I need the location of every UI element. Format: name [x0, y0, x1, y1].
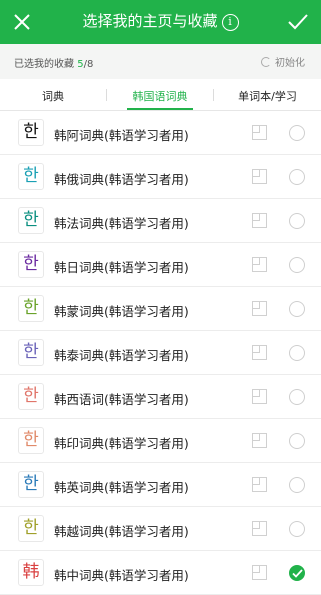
- selection-bar: 已选我的收藏 5/8 初始化: [0, 44, 321, 79]
- dictionary-label: 韩日词典(韩语学习者用): [54, 260, 189, 275]
- homepage-icon[interactable]: [252, 125, 267, 140]
- dictionary-row[interactable]: 한 韩印词典(韩语学习者用): [0, 419, 321, 463]
- info-icon[interactable]: i: [221, 14, 239, 31]
- dictionary-label: 韩泰词典(韩语学习者用): [54, 348, 189, 363]
- select-radio[interactable]: [289, 433, 305, 449]
- dictionary-label: 韩英词典(韩语学习者用): [54, 480, 189, 495]
- refresh-icon: [261, 57, 271, 67]
- dictionary-badge-icon: 한: [18, 383, 44, 410]
- dictionary-badge-icon: 한: [18, 207, 44, 234]
- dictionary-row[interactable]: 韩韩中词典(韩语学习者用): [0, 551, 321, 595]
- reset-button[interactable]: 初始化: [261, 54, 305, 69]
- dictionary-label: 韩阿词典(韩语学习者用): [54, 128, 189, 143]
- homepage-icon[interactable]: [252, 345, 267, 360]
- select-radio[interactable]: [289, 389, 305, 405]
- homepage-icon[interactable]: [252, 521, 267, 536]
- dictionary-label: 韩俄词典(韩语学习者用): [54, 172, 189, 187]
- tab-korean-dictionary[interactable]: 韩国语词典: [107, 88, 213, 104]
- dictionary-row[interactable]: 한 韩西语词(韩语学习者用): [0, 375, 321, 419]
- homepage-icon[interactable]: [252, 477, 267, 492]
- select-radio[interactable]: [289, 345, 305, 361]
- page-title: 选择我的主页与收藏 i: [0, 10, 321, 32]
- dictionary-row[interactable]: 한 韩泰词典(韩语学习者用): [0, 331, 321, 375]
- select-radio[interactable]: [289, 257, 305, 273]
- homepage-icon[interactable]: [252, 301, 267, 316]
- dictionary-badge-icon: 한: [18, 119, 44, 146]
- dictionary-badge-icon: 韩: [18, 559, 44, 586]
- active-tab-indicator: [127, 108, 193, 110]
- total-count-value: 8: [86, 59, 94, 70]
- dictionary-label: 韩越词典(韩语学习者用): [54, 524, 189, 539]
- dictionary-row[interactable]: 한 韩蒙词典(韩语学习者用): [0, 287, 321, 331]
- homepage-icon[interactable]: [252, 389, 267, 404]
- dictionary-row[interactable]: 한 韩英词典(韩语学习者用): [0, 463, 321, 507]
- dictionary-row[interactable]: 한 韩阿词典(韩语学习者用): [0, 111, 321, 155]
- top-bar: 选择我的主页与收藏 i: [0, 0, 321, 44]
- tab-bar: 词典 韩国语词典 单词本/学习: [0, 79, 321, 111]
- select-radio[interactable]: [289, 213, 305, 229]
- dictionary-label: 韩印词典(韩语学习者用): [54, 436, 189, 451]
- select-radio[interactable]: [289, 521, 305, 537]
- selected-count: 已选我的收藏 5/8: [14, 55, 93, 70]
- select-radio[interactable]: [289, 477, 305, 493]
- homepage-icon[interactable]: [252, 565, 267, 580]
- dictionary-label: 韩蒙词典(韩语学习者用): [54, 304, 189, 319]
- homepage-icon[interactable]: [252, 433, 267, 448]
- dictionary-row[interactable]: 한 韩俄词典(韩语学习者用): [0, 155, 321, 199]
- tab-wordbook-study[interactable]: 单词本/学习: [214, 88, 321, 104]
- dictionary-row[interactable]: 한 韩日词典(韩语学习者用): [0, 243, 321, 287]
- checkmark-icon: [292, 569, 303, 578]
- dictionary-badge-icon: 한: [18, 163, 44, 190]
- dictionary-badge-icon: 한: [18, 251, 44, 278]
- select-radio[interactable]: [289, 301, 305, 317]
- dictionary-badge-icon: 한: [18, 339, 44, 366]
- dictionary-label: 韩中词典(韩语学习者用): [54, 568, 189, 583]
- select-radio[interactable]: [289, 125, 305, 141]
- dictionary-label: 韩法词典(韩语学习者用): [54, 216, 189, 231]
- dictionary-badge-icon: 한: [18, 515, 44, 542]
- title-text: 选择我的主页与收藏: [82, 12, 218, 30]
- homepage-icon[interactable]: [252, 213, 267, 228]
- tab-dictionary[interactable]: 词典: [0, 88, 106, 104]
- reset-label: 初始化: [275, 58, 305, 69]
- dictionary-badge-icon: 한: [18, 295, 44, 322]
- dictionary-badge-icon: 한: [18, 427, 44, 454]
- select-radio[interactable]: [289, 565, 305, 581]
- dictionary-list: 한 韩阿词典(韩语学习者用) 한 韩俄词典(韩语学习者用) 한 韩法词典(韩语学习者用) 한…: [0, 111, 321, 595]
- dictionary-badge-icon: 한: [18, 471, 44, 498]
- select-radio[interactable]: [289, 169, 305, 185]
- selected-label: 已选我的收藏: [14, 59, 74, 70]
- confirm-check-icon[interactable]: [287, 12, 309, 32]
- dictionary-label: 韩西语词(韩语学习者用): [54, 392, 189, 407]
- dictionary-row[interactable]: 한 韩法词典(韩语学习者用): [0, 199, 321, 243]
- homepage-icon[interactable]: [252, 169, 267, 184]
- homepage-icon[interactable]: [252, 257, 267, 272]
- dictionary-row[interactable]: 한 韩越词典(韩语学习者用): [0, 507, 321, 551]
